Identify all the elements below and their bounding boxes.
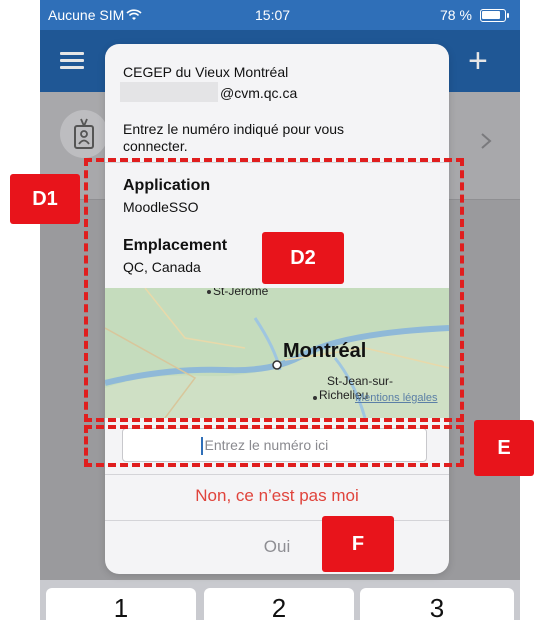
annotation-tag-d1: D1 [10, 174, 80, 224]
badge-icon [74, 118, 94, 149]
status-bar: Aucune SIM 15:07 78 % [40, 0, 520, 30]
annotation-box-details [84, 158, 464, 422]
wifi-icon [126, 9, 142, 20]
carrier-label: Aucune SIM [48, 7, 125, 23]
account-email: @cvm.qc.ca [220, 85, 298, 101]
organization-name: CEGEP du Vieux Montréal [123, 64, 289, 80]
annotation-tag-d2: D2 [262, 232, 344, 284]
status-time: 15:07 [255, 7, 291, 23]
chevron-right-icon [481, 133, 492, 149]
email-redaction [120, 82, 218, 102]
deny-button[interactable]: Non, ce n’est pas moi [105, 474, 449, 518]
key-1[interactable]: 1 [46, 588, 196, 620]
annotation-tag-e: E [474, 420, 534, 476]
menu-icon[interactable] [60, 52, 84, 70]
battery-percent: 78 % [440, 7, 472, 23]
key-2[interactable]: 2 [204, 588, 354, 620]
instruction-text: Entrez le numéro indiqué pour vous conne… [123, 121, 345, 154]
plus-icon[interactable]: + [468, 44, 488, 78]
approve-button[interactable]: Oui [105, 520, 449, 574]
battery-tip [507, 13, 509, 18]
annotation-box-input [84, 425, 464, 467]
numeric-keyboard: 1 2 3 [40, 580, 520, 620]
battery-icon [480, 9, 506, 22]
key-3[interactable]: 3 [360, 588, 514, 620]
annotation-tag-f: F [322, 516, 394, 572]
